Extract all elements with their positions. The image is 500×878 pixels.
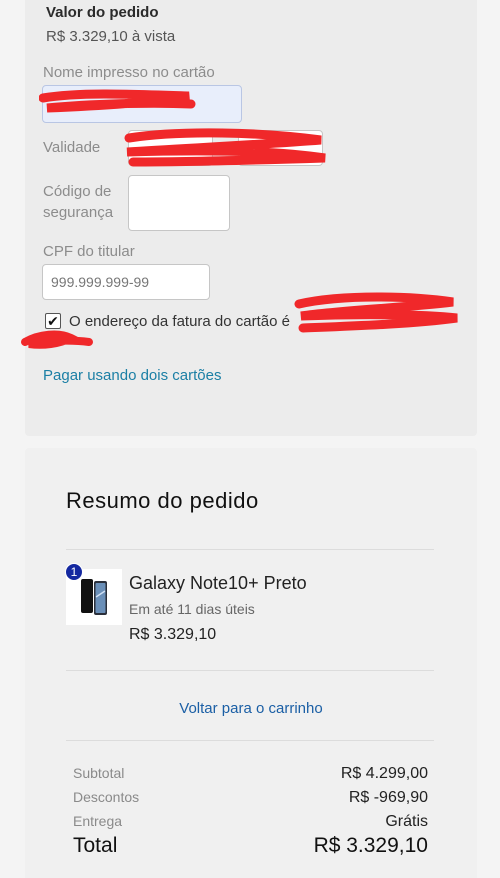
divider — [66, 549, 434, 550]
redaction-scribble — [124, 128, 326, 167]
total-value: R$ 3.329,10 — [313, 834, 428, 857]
redaction-scribble — [294, 292, 458, 333]
cpf-input[interactable] — [42, 264, 210, 300]
redaction-scribble — [39, 89, 196, 113]
back-to-cart-link[interactable]: Voltar para o carrinho — [25, 700, 477, 717]
phone-image-icon — [81, 579, 107, 615]
cpf-label: CPF do titular — [43, 243, 135, 260]
order-value-amount: R$ 3.329,10 à vista — [46, 28, 176, 45]
order-summary-panel: Resumo do pedido 1 Galaxy Note10+ Preto … — [25, 448, 477, 878]
quantity-badge: 1 — [65, 563, 83, 581]
order-summary-title: Resumo do pedido — [66, 488, 259, 513]
subtotal-value: R$ 4.299,00 — [340, 765, 428, 782]
billing-address-checkbox-label: O endereço da fatura do cartão é — [69, 313, 290, 330]
security-code-input[interactable] — [128, 175, 230, 231]
card-name-label: Nome impresso no cartão — [43, 64, 215, 81]
delivery-value: Grátis — [385, 813, 428, 830]
subtotal-row: Subtotal R$ 4.299,00 — [73, 765, 428, 783]
discount-label: Descontos — [73, 789, 140, 805]
discount-value: R$ -969,90 — [348, 789, 428, 806]
card-payment-form: Valor do pedido R$ 3.329,10 à vista Nome… — [21, 0, 477, 436]
product-shipping-time: Em até 11 dias úteis — [129, 601, 255, 617]
order-value-label: Valor do pedido — [46, 4, 159, 21]
product-price: R$ 3.329,10 — [129, 626, 217, 643]
redaction-scribble — [21, 330, 93, 349]
divider — [66, 740, 434, 741]
delivery-label: Entrega — [73, 813, 123, 829]
delivery-row: Entrega Grátis — [73, 813, 428, 831]
total-label: Total — [73, 834, 118, 857]
subtotal-label: Subtotal — [73, 765, 125, 781]
pay-with-two-cards-link[interactable]: Pagar usando dois cartões — [43, 367, 221, 384]
product-name: Galaxy Note10+ Preto — [129, 573, 307, 593]
total-row: Total R$ 3.329,10 — [73, 834, 428, 858]
discount-row: Descontos R$ -969,90 — [73, 789, 428, 807]
security-code-label: Código de segurança — [43, 183, 114, 221]
validity-label: Validade — [43, 139, 101, 156]
divider — [66, 670, 434, 671]
